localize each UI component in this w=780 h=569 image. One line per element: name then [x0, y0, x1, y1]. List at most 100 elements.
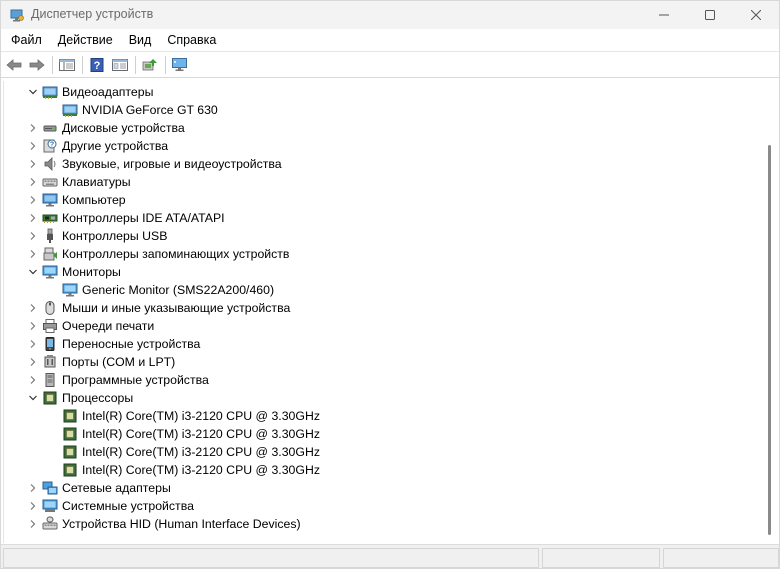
tree-device-row[interactable]: Intel(R) Core(TM) i3-2120 CPU @ 3.30GHz [4, 461, 764, 479]
minimize-button[interactable] [641, 1, 687, 29]
tree-device-row[interactable]: NVIDIA GeForce GT 630 [4, 101, 764, 119]
hid-icon [42, 516, 58, 532]
monitor-icon [42, 264, 58, 280]
chevron-right-icon[interactable] [28, 195, 38, 205]
tree-item-label: Контроллеры USB [62, 229, 168, 243]
monitor-scan-icon [172, 57, 187, 71]
scrollbar-thumb[interactable] [768, 145, 771, 535]
tree-category-row[interactable]: Порты (COM и LPT) [4, 353, 764, 371]
chevron-right-icon[interactable] [28, 159, 38, 169]
chevron-right-icon[interactable] [28, 483, 38, 493]
status-cell-3 [663, 548, 779, 568]
menu-help[interactable]: Справка [159, 30, 224, 50]
chevron-right-icon[interactable] [28, 141, 38, 151]
printer-icon [42, 318, 58, 334]
processor-icon [62, 444, 78, 460]
processor-icon [62, 408, 78, 424]
tree-category-row[interactable]: Процессоры [4, 389, 764, 407]
tree-item-label: Мониторы [62, 265, 121, 279]
chevron-right-icon[interactable] [28, 357, 38, 367]
chevron-right-icon[interactable] [28, 249, 38, 259]
show-hide-console-tree-button[interactable] [56, 54, 78, 76]
chevron-right-icon[interactable] [28, 519, 38, 529]
tree-item-label: Мыши и иные указывающие устройства [62, 301, 291, 315]
tree-device-row[interactable]: Intel(R) Core(TM) i3-2120 CPU @ 3.30GHz [4, 443, 764, 461]
update-driver-button[interactable] [139, 54, 161, 76]
toolbar: ? [1, 51, 779, 78]
tree-device-row[interactable]: Generic Monitor (SMS22A200/460) [4, 281, 764, 299]
tree-item-content: Процессоры [42, 390, 133, 406]
toolbar-separator [82, 55, 83, 74]
tree-item-label: Системные устройства [62, 499, 194, 513]
tree-category-row[interactable]: Программные устройства [4, 371, 764, 389]
tree-category-row[interactable]: Звуковые, игровые и видеоустройства [4, 155, 764, 173]
tree-item-label: Generic Monitor (SMS22A200/460) [82, 283, 275, 297]
usb-icon [42, 228, 58, 244]
chevron-right-icon[interactable] [28, 177, 38, 187]
help-button[interactable]: ? [86, 54, 108, 76]
tree-category-row[interactable]: Мониторы [4, 263, 764, 281]
properties-button[interactable] [109, 54, 131, 76]
chevron-down-icon[interactable] [28, 87, 38, 97]
tree-item-content: Intel(R) Core(TM) i3-2120 CPU @ 3.30GHz [62, 408, 320, 424]
tree-category-row[interactable]: Дисковые устройства [4, 119, 764, 137]
software-device-icon [42, 372, 58, 388]
tree-category-row[interactable]: Устройства HID (Human Interface Devices) [4, 515, 764, 533]
toolbar-separator [52, 55, 53, 74]
tree-category-row[interactable]: Клавиатуры [4, 173, 764, 191]
tree-category-row[interactable]: ? Другие устройства [4, 137, 764, 155]
tree-item-content: Intel(R) Core(TM) i3-2120 CPU @ 3.30GHz [62, 426, 320, 442]
menu-action[interactable]: Действие [50, 30, 121, 50]
mouse-icon [42, 300, 58, 316]
port-icon [42, 354, 58, 370]
tree-category-row[interactable]: Контроллеры USB [4, 227, 764, 245]
tree-device-row[interactable]: Intel(R) Core(TM) i3-2120 CPU @ 3.30GHz [4, 425, 764, 443]
tree-category-row[interactable]: Контроллеры IDE ATA/ATAPI [4, 209, 764, 227]
chevron-right-icon[interactable] [28, 339, 38, 349]
tree-category-row[interactable]: Сетевые адаптеры [4, 479, 764, 497]
tree-item-label: Intel(R) Core(TM) i3-2120 CPU @ 3.30GHz [82, 463, 320, 477]
svg-text:?: ? [94, 60, 101, 72]
chevron-down-icon[interactable] [28, 393, 38, 403]
maximize-button[interactable] [687, 1, 733, 29]
tree-category-row[interactable]: Мыши и иные указывающие устройства [4, 299, 764, 317]
close-button[interactable] [733, 1, 779, 29]
tree-device-row[interactable]: Intel(R) Core(TM) i3-2120 CPU @ 3.30GHz [4, 407, 764, 425]
chevron-right-icon[interactable] [28, 231, 38, 241]
tree-category-row[interactable]: Системные устройства [4, 497, 764, 515]
device-tree[interactable]: Видеоадаптеры NVIDIA GeForce GT 630 Дисков… [3, 81, 764, 543]
tree-item-label: Процессоры [62, 391, 134, 405]
title-bar: Диспетчер устройств [1, 1, 779, 29]
chevron-down-icon[interactable] [28, 267, 38, 277]
menu-file[interactable]: Файл [3, 30, 50, 50]
back-button[interactable] [3, 54, 25, 76]
details-view-icon [112, 58, 128, 71]
tree-item-content: NVIDIA GeForce GT 630 [62, 102, 218, 118]
chevron-right-icon[interactable] [28, 303, 38, 313]
tree-item-label: Дисковые устройства [62, 121, 185, 135]
monitor-icon [62, 282, 78, 298]
tree-item-content: Контроллеры запоминающих устройств [42, 246, 289, 262]
chevron-right-icon[interactable] [28, 123, 38, 133]
chevron-right-icon[interactable] [28, 321, 38, 331]
tree-item-content: Дисковые устройства [42, 120, 185, 136]
chevron-right-icon[interactable] [28, 213, 38, 223]
tree-category-row[interactable]: Переносные устройства [4, 335, 764, 353]
tree-category-row[interactable]: Компьютер [4, 191, 764, 209]
menu-view[interactable]: Вид [121, 30, 160, 50]
scan-hardware-button[interactable] [169, 54, 191, 76]
tree-category-row[interactable]: Видеоадаптеры [4, 83, 764, 101]
tree-category-row[interactable]: Контроллеры запоминающих устройств [4, 245, 764, 263]
storage-controller-icon [42, 246, 58, 262]
display-adapter-icon [62, 102, 78, 118]
tree-item-content: Мыши и иные указывающие устройства [42, 300, 290, 316]
forward-button[interactable] [26, 54, 48, 76]
tree-item-content: Generic Monitor (SMS22A200/460) [62, 282, 274, 298]
tree-item-label: Видеоадаптеры [62, 85, 154, 99]
tree-item-label: Порты (COM и LPT) [62, 355, 176, 369]
tree-category-row[interactable]: Очереди печати [4, 317, 764, 335]
vertical-scrollbar[interactable] [765, 81, 779, 543]
chevron-right-icon[interactable] [28, 375, 38, 385]
forward-icon [29, 58, 45, 71]
chevron-right-icon[interactable] [28, 501, 38, 511]
